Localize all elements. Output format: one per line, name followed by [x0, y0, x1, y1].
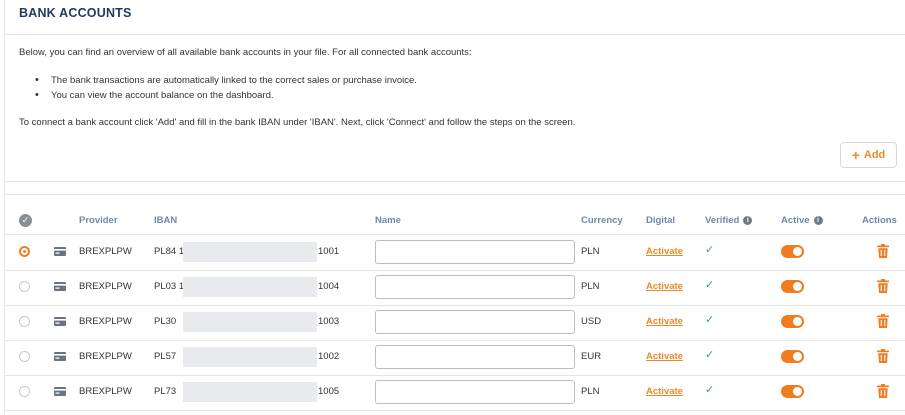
iban-prefix: PL73: [154, 386, 177, 397]
plus-icon: +: [851, 147, 860, 163]
table-header: ✓ Provider IBAN Name Currency Digital Ve…: [5, 209, 905, 235]
iban-prefix: PL30: [154, 316, 177, 327]
bank-card-icon: [54, 387, 66, 396]
account-name-input[interactable]: [375, 240, 575, 264]
iban-suffix: 1003: [318, 316, 340, 327]
intro-bullet: The bank transactions are automatically …: [35, 74, 417, 90]
iban-redaction: [183, 312, 317, 332]
table-row[interactable]: BREXPLPW PL73 1005 PLN Activate ✓: [5, 375, 905, 411]
account-name-input[interactable]: [375, 275, 575, 299]
row-radio[interactable]: [19, 386, 30, 397]
provider-cell: BREXPLPW: [79, 281, 132, 292]
add-button-label: Add: [863, 149, 886, 161]
column-header-active-label: Active: [781, 215, 810, 226]
select-all-checkbox[interactable]: ✓: [19, 214, 32, 227]
row-radio[interactable]: [19, 281, 30, 292]
bank-card-icon: [54, 317, 66, 326]
page-title: BANK ACCOUNTS: [19, 6, 132, 20]
activate-link[interactable]: Activate: [646, 386, 683, 397]
verified-check-icon: ✓: [705, 314, 715, 326]
verified-check-icon: ✓: [705, 384, 715, 396]
row-radio-selected[interactable]: [19, 246, 30, 257]
divider: [5, 194, 905, 195]
currency-cell: EUR: [581, 351, 602, 362]
active-toggle[interactable]: [781, 245, 804, 258]
iban-redaction: [183, 242, 317, 262]
iban-prefix: PL57: [154, 351, 177, 362]
intro-text: Below, you can find an overview of all a…: [19, 47, 472, 58]
intro-bullet: You can view the account balance on the …: [35, 89, 417, 105]
row-radio[interactable]: [19, 316, 30, 327]
currency-cell: PLN: [581, 246, 600, 257]
provider-cell: BREXPLPW: [79, 316, 132, 327]
active-toggle[interactable]: [781, 385, 804, 398]
provider-cell: BREXPLPW: [79, 351, 132, 362]
divider: [5, 181, 905, 182]
row-radio[interactable]: [19, 351, 30, 362]
verified-check-icon: ✓: [705, 244, 715, 256]
column-header-active[interactable]: Active i: [781, 215, 823, 226]
trash-icon[interactable]: [877, 349, 889, 363]
account-name-input[interactable]: [375, 345, 575, 369]
column-header-currency[interactable]: Currency: [581, 215, 623, 226]
iban-redaction: [183, 277, 317, 297]
iban-prefix: PL84 1: [154, 246, 185, 257]
column-header-actions: Actions: [862, 215, 897, 226]
account-name-input[interactable]: [375, 310, 575, 334]
active-toggle[interactable]: [781, 350, 804, 363]
iban-redaction: [183, 382, 317, 402]
table-row[interactable]: BREXPLPW PL03 1 1004 PLN Activate ✓: [5, 270, 905, 306]
table-row[interactable]: BREXPLPW PL30 1003 USD Activate ✓: [5, 305, 905, 341]
table-row[interactable]: BREXPLPW PL57 1002 EUR Activate ✓: [5, 340, 905, 376]
iban-suffix: 1001: [318, 246, 340, 257]
verified-check-icon: ✓: [705, 349, 715, 361]
active-toggle[interactable]: [781, 315, 804, 328]
activate-link[interactable]: Activate: [646, 246, 683, 257]
active-toggle[interactable]: [781, 280, 804, 293]
iban-prefix: PL03 1: [154, 281, 185, 292]
iban-suffix: 1005: [318, 386, 340, 397]
table-row[interactable]: BREXPLPW PL84 1 1001 PLN Activate ✓: [5, 235, 905, 271]
currency-cell: PLN: [581, 281, 600, 292]
intro-bullets: The bank transactions are automatically …: [35, 74, 417, 105]
provider-cell: BREXPLPW: [79, 386, 132, 397]
activate-link[interactable]: Activate: [646, 351, 683, 362]
trash-icon[interactable]: [877, 244, 889, 258]
iban-redaction: [183, 347, 317, 367]
info-icon[interactable]: i: [743, 216, 753, 225]
panel-header: BANK ACCOUNTS: [5, 0, 905, 35]
column-header-iban[interactable]: IBAN: [154, 215, 177, 226]
activate-link[interactable]: Activate: [646, 281, 683, 292]
iban-suffix: 1002: [318, 351, 340, 362]
column-header-digital[interactable]: Digital: [646, 215, 675, 226]
provider-cell: BREXPLPW: [79, 246, 132, 257]
bank-card-icon: [54, 352, 66, 361]
add-button[interactable]: + Add: [840, 142, 897, 168]
column-header-verified-label: Verified: [705, 215, 740, 226]
verified-check-icon: ✓: [705, 279, 715, 291]
column-header-verified[interactable]: Verified i: [705, 215, 753, 226]
trash-icon[interactable]: [877, 279, 889, 293]
activate-link[interactable]: Activate: [646, 316, 683, 327]
column-header-name[interactable]: Name: [375, 215, 401, 226]
currency-cell: USD: [581, 316, 602, 327]
instructions-text: To connect a bank account click 'Add' an…: [19, 117, 576, 128]
bank-card-icon: [54, 282, 66, 291]
trash-icon[interactable]: [877, 384, 889, 398]
trash-icon[interactable]: [877, 314, 889, 328]
bank-card-icon: [54, 247, 66, 256]
info-icon[interactable]: i: [813, 216, 823, 225]
account-name-input[interactable]: [375, 380, 575, 404]
iban-suffix: 1004: [318, 281, 340, 292]
bank-accounts-panel: BANK ACCOUNTS Below, you can find an ove…: [4, 0, 905, 415]
currency-cell: PLN: [581, 386, 600, 397]
column-header-provider[interactable]: Provider: [79, 215, 118, 226]
